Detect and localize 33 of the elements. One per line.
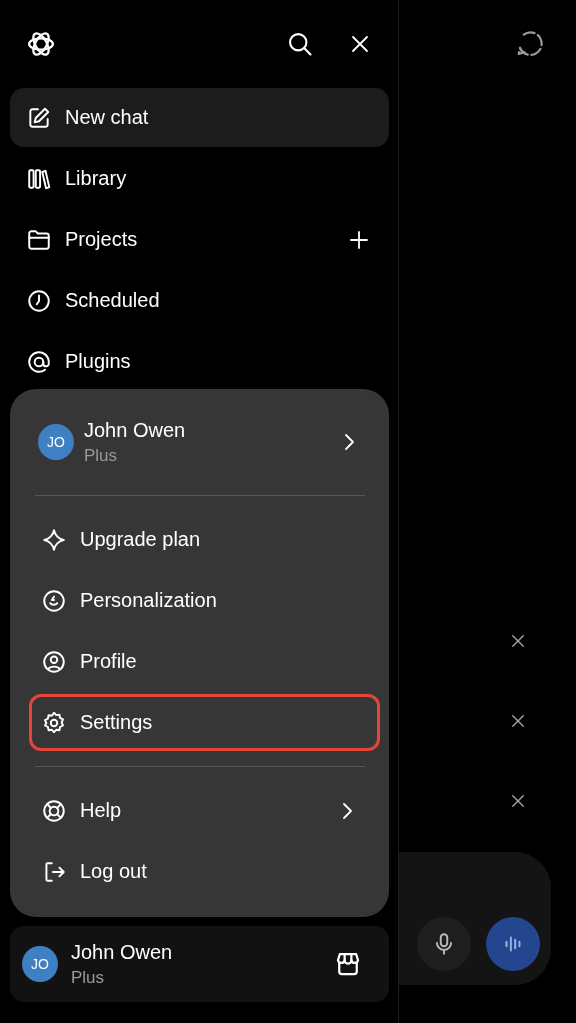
menu-item[interactable]: Personalization — [32, 575, 377, 626]
sparkle-icon — [41, 526, 67, 553]
chat-bubble-icon[interactable] — [515, 29, 545, 59]
close-icon[interactable] — [509, 632, 527, 650]
menu-item[interactable]: Help — [32, 785, 377, 836]
plan-label: Plus — [84, 445, 119, 466]
menu-item[interactable]: Profile — [32, 636, 377, 687]
nav-item[interactable]: Scheduled — [10, 271, 389, 330]
gear-icon — [41, 709, 67, 736]
nav-item[interactable]: Projects — [10, 210, 389, 269]
clock-icon — [26, 287, 52, 314]
close-icon[interactable] — [509, 792, 527, 810]
account-row[interactable]: JO John Owen Plus — [10, 389, 389, 495]
menu-item[interactable]: Upgrade plan — [32, 514, 377, 565]
user-name: John Owen — [71, 940, 173, 964]
account-bar[interactable]: JO John Owen Plus — [10, 926, 389, 1002]
close-icon[interactable] — [509, 712, 527, 730]
search-icon[interactable] — [286, 30, 314, 58]
nav-item[interactable]: Library — [10, 149, 389, 208]
nav-item[interactable]: New chat — [10, 88, 389, 147]
voice-button[interactable] — [486, 917, 540, 971]
smiley-icon — [41, 587, 67, 614]
menu-item[interactable]: Settings — [32, 697, 377, 748]
person-icon — [41, 648, 67, 675]
logo-icon — [26, 29, 56, 59]
avatar: JO — [22, 946, 58, 982]
lifebuoy-icon — [41, 797, 67, 824]
nav-item[interactable]: Plugins — [10, 332, 389, 391]
plan-label: Plus — [71, 967, 106, 988]
at-sign-icon — [26, 348, 52, 375]
avatar: JO — [38, 424, 74, 460]
user-name: John Owen — [84, 418, 186, 442]
menu-item[interactable]: Log out — [32, 846, 377, 897]
